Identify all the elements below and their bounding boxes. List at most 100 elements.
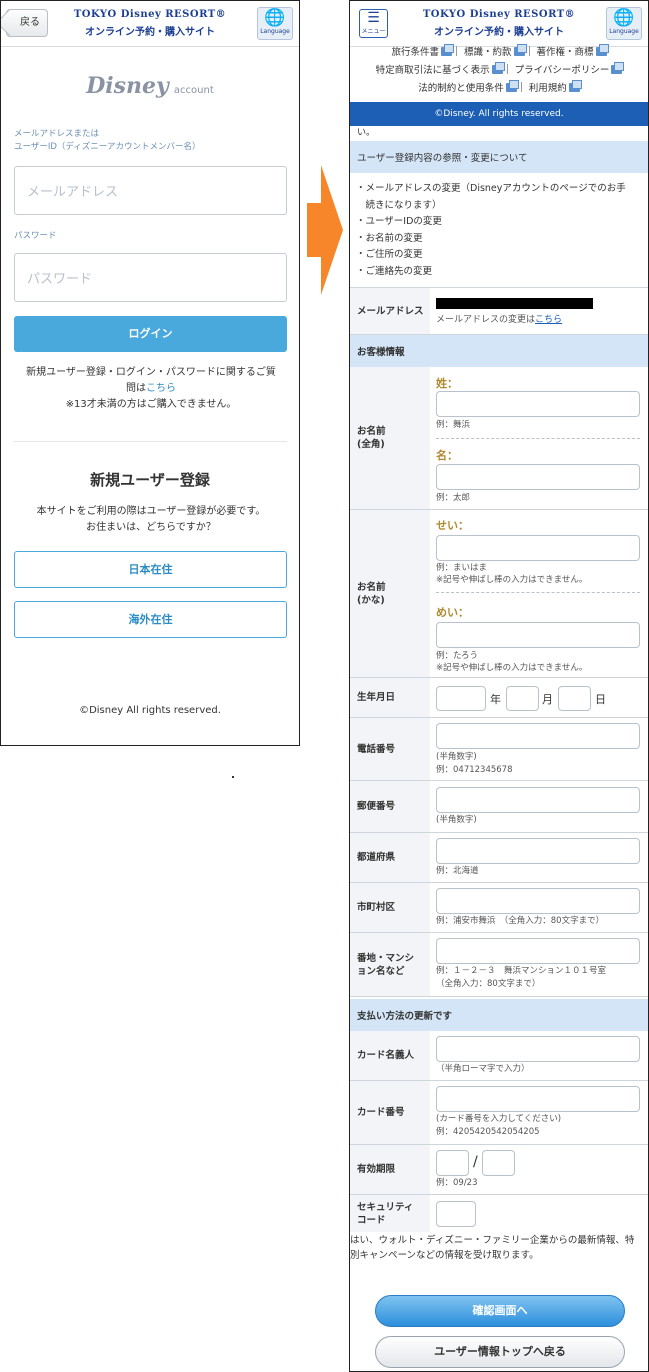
- confirm-button[interactable]: 確認画面へ: [375, 1295, 625, 1327]
- sei-input[interactable]: [436, 391, 640, 417]
- mei-label: 名：: [436, 449, 458, 462]
- list-item: ・ご連絡先の変更: [356, 265, 433, 277]
- consent-text: はい、ウォルト・ディズニー・ファミリー企業からの最新情報、特 別キャンペーンなど…: [350, 1233, 648, 1263]
- disney-account-logo: Disney account: [1, 73, 299, 99]
- name-kanji-label-text: お名前 (全角): [357, 426, 386, 450]
- mei-input[interactable]: [436, 464, 640, 490]
- logo-main: Disney: [86, 73, 169, 99]
- link-terms[interactable]: 標識・約款: [464, 47, 512, 58]
- card-name-row: カード名義人 （半角ローマ字で入力）: [350, 1031, 648, 1081]
- expiry-year-input[interactable]: [482, 1150, 515, 1176]
- language-button[interactable]: 🌐 Language: [257, 7, 293, 40]
- login-button[interactable]: ログイン: [14, 316, 287, 352]
- globe-icon: 🌐: [264, 8, 286, 28]
- consent-line1: はい、ウォルト・ディズニー・ファミリー企業からの最新情報、特: [350, 1235, 635, 1246]
- city-example: 例：浦安市舞浜 （全角入力：80文字まで）: [436, 916, 605, 926]
- sei-kana-example: 例：まいはま: [436, 563, 488, 573]
- expiry-slash: /: [473, 1154, 478, 1170]
- day-unit: 日: [595, 693, 606, 706]
- globe-icon: 🌐: [613, 8, 635, 28]
- zip-input[interactable]: [436, 787, 640, 813]
- birth-year-input[interactable]: [436, 686, 486, 711]
- language-button[interactable]: 🌐 Language: [606, 7, 642, 40]
- external-window-icon: [568, 80, 582, 92]
- divider: [436, 592, 640, 593]
- card-number-hint: (カード番号を入力してください): [436, 1114, 562, 1124]
- sei-example: 例：舞浜: [436, 420, 471, 430]
- month-unit: 月: [542, 693, 553, 706]
- phone-input[interactable]: [436, 723, 640, 749]
- link-privacy-policy[interactable]: プライバシーポリシー: [515, 65, 610, 76]
- brand-line2: オンライン予約・購入サイト: [85, 27, 215, 38]
- email-input[interactable]: メールアドレス: [14, 166, 287, 215]
- card-name-input[interactable]: [436, 1036, 640, 1062]
- brand-logo[interactable]: TOKYO Disney RESORT® オンライン予約・購入サイト: [1, 9, 299, 38]
- link-legal[interactable]: 法的制約と使用条件: [418, 83, 504, 94]
- link-tokutei[interactable]: 特定商取引法に基づく表示: [376, 65, 490, 76]
- name-kanji-row: お名前 (全角) 姓： 例：舞浜 名： 例：太郎: [350, 367, 648, 510]
- year-unit: 年: [490, 693, 501, 706]
- link-copyright-trademark[interactable]: 著作権・商標: [537, 47, 594, 58]
- birth-day-input[interactable]: [558, 686, 591, 711]
- address-input[interactable]: [436, 938, 640, 964]
- redacted-email: [436, 298, 593, 309]
- mei-kana-input[interactable]: [436, 622, 640, 648]
- language-label: Language: [260, 28, 290, 35]
- card-number-label: カード番号: [350, 1081, 430, 1144]
- list-item: ・メールアドレスの変更（Disneyアカウントのページでのお手: [356, 183, 626, 194]
- expiry-example: 例：09/23: [436, 1178, 478, 1188]
- kana-notice: ※記号や伸ばし棒の入力はできません。: [436, 575, 588, 585]
- zip-label: 郵便番号: [350, 781, 430, 832]
- security-code-input[interactable]: [436, 1201, 476, 1227]
- name-kana-label-text: お名前 (かな): [357, 581, 386, 606]
- help-link[interactable]: こちら: [146, 383, 176, 394]
- birthday-label: 生年月日: [350, 678, 430, 717]
- phone-example: 例：04712345678: [436, 765, 513, 775]
- external-window-icon: [440, 44, 454, 56]
- external-window-icon: [491, 62, 505, 74]
- card-number-input[interactable]: [436, 1086, 640, 1112]
- register-desc-line1: 本サイトをご利用の際はユーザー登録が必要です。: [36, 506, 266, 517]
- link-travel-terms[interactable]: 旅行条件書: [391, 47, 439, 58]
- prefecture-input[interactable]: [436, 838, 640, 864]
- address-example: 例：１－２－３ 舞浜マンション１０１号室: [436, 966, 607, 976]
- city-row: 市町村区 例：浦安市舞浜 （全角入力：80文字まで）: [350, 883, 648, 933]
- password-input[interactable]: パスワード: [14, 253, 287, 302]
- overseas-resident-button[interactable]: 海外在住: [14, 601, 287, 638]
- email-label: メールアドレスまたは ユーザーID（ディズニーアカウントメンバー名）: [14, 128, 200, 154]
- copyright: ©Disney All rights reserved.: [79, 705, 221, 716]
- brand-line2: オンライン予約・購入サイト: [434, 27, 564, 38]
- prefecture-label: 都道府県: [350, 833, 430, 882]
- security-label-text: セキュリティコード: [357, 1201, 414, 1226]
- prefecture-example: 例：北海道: [436, 866, 479, 876]
- city-label: 市町村区: [350, 883, 430, 932]
- header: 戻る TOKYO Disney RESORT® オンライン予約・購入サイト 🌐 …: [1, 1, 299, 47]
- external-window-icon: [595, 44, 609, 56]
- phone-hint: (半角数字): [436, 752, 477, 762]
- card-number-row: カード番号 (カード番号を入力してください) 例：420542054205420…: [350, 1081, 648, 1145]
- expiry-month-input[interactable]: [436, 1150, 469, 1176]
- back-to-user-top-button[interactable]: ユーザー情報トップへ戻る: [375, 1336, 625, 1368]
- birthday-row: 生年月日 年 月 日: [350, 678, 648, 718]
- name-kanji-label: お名前 (全角): [350, 367, 430, 509]
- card-number-example: 例：4205420542054205: [436, 1127, 540, 1137]
- logo-sub: account: [173, 85, 214, 96]
- external-window-icon: [611, 62, 625, 74]
- dot: [232, 776, 234, 778]
- city-input[interactable]: [436, 888, 640, 914]
- help-text: 新規ユーザー登録・ログイン・パスワードに関するご質 問はこちら ※13才未満の方…: [11, 365, 291, 413]
- japan-resident-button[interactable]: 日本在住: [14, 551, 287, 588]
- brand-logo[interactable]: TOKYO Disney RESORT® オンライン予約・購入サイト: [350, 9, 648, 38]
- mei-kana-example: 例：たろう: [436, 651, 478, 661]
- zip-hint: (半角数字): [436, 815, 477, 825]
- list-item: ・ユーザーIDの変更: [356, 216, 442, 227]
- card-name-hint: （半角ローマ字で入力）: [436, 1064, 530, 1074]
- email-change-label: メールアドレスの変更は: [436, 315, 536, 325]
- sei-kana-label: せい：: [436, 519, 469, 532]
- external-window-icon: [505, 80, 519, 92]
- link-terms-of-use[interactable]: 利用規約: [529, 83, 567, 94]
- sei-kana-input[interactable]: [436, 535, 640, 561]
- security-row: セキュリティコード: [350, 1195, 648, 1232]
- birth-month-input[interactable]: [506, 686, 539, 711]
- email-change-link[interactable]: こちら: [535, 315, 562, 325]
